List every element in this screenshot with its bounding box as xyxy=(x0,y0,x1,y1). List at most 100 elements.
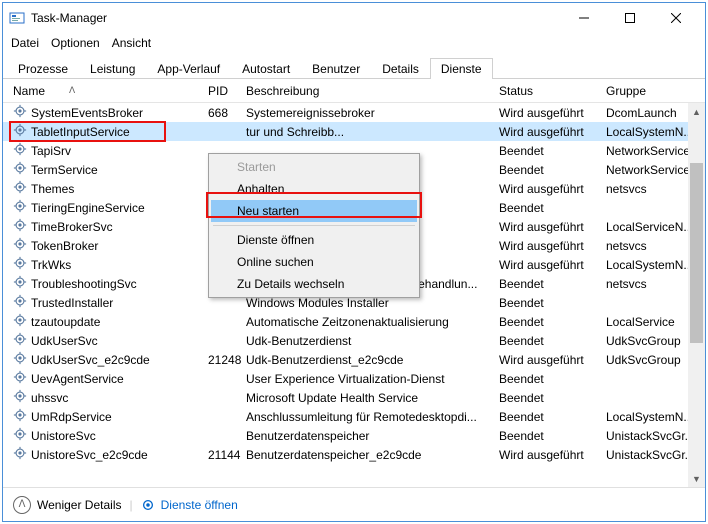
vertical-scrollbar[interactable]: ▲ ▼ xyxy=(688,103,705,487)
service-gear-icon xyxy=(13,294,27,311)
service-name: UnistoreSvc xyxy=(31,429,96,443)
service-pid: 21248 xyxy=(208,353,246,367)
service-name: uhssvc xyxy=(31,391,68,405)
service-description: Anschlussumleitung für Remotedesktopdi..… xyxy=(246,410,499,424)
menu-file[interactable]: Datei xyxy=(11,36,39,50)
service-status: Beendet xyxy=(499,315,606,329)
scroll-thumb[interactable] xyxy=(690,163,703,343)
tab-users[interactable]: Benutzer xyxy=(301,58,371,79)
service-name: TapiSrv xyxy=(31,144,71,158)
service-status: Beendet xyxy=(499,277,606,291)
service-description: Benutzerdatenspeicher xyxy=(246,429,499,443)
fewer-details-button[interactable]: ᐱ Weniger Details xyxy=(13,496,121,514)
service-row[interactable]: UmRdpService Anschlussumleitung für Remot… xyxy=(3,407,705,426)
service-status: Wird ausgeführt xyxy=(499,182,606,196)
context-menu-item[interactable]: Anhalten xyxy=(211,178,417,200)
scroll-up-button[interactable]: ▲ xyxy=(688,103,705,120)
service-group: LocalService xyxy=(606,315,701,329)
context-menu-item[interactable]: Neu starten xyxy=(211,200,417,222)
service-row[interactable]: UnistoreSvc_e2c9cde21144Benutzerdatenspe… xyxy=(3,445,705,464)
service-description: Udk-Benutzerdienst_e2c9cde xyxy=(246,353,499,367)
menu-options[interactable]: Optionen xyxy=(51,36,100,50)
close-button[interactable] xyxy=(653,3,699,33)
service-row[interactable]: UevAgentServiceUser Experience Virtualiz… xyxy=(3,369,705,388)
scroll-down-button[interactable]: ▼ xyxy=(688,470,705,487)
service-pid: 668 xyxy=(208,106,246,120)
context-menu-item[interactable]: Online suchen xyxy=(211,251,417,273)
service-status: Beendet xyxy=(499,144,606,158)
service-group: UdkSvcGroup xyxy=(606,353,701,367)
tab-startup[interactable]: Autostart xyxy=(231,58,301,79)
service-row[interactable]: UdkUserSvcUdk-BenutzerdienstBeendetUdkSv… xyxy=(3,331,705,350)
service-description: User Experience Virtualization-Dienst xyxy=(246,372,499,386)
service-description: tur und Schreibb... xyxy=(246,125,499,139)
service-description: Benutzerdatenspeicher_e2c9cde xyxy=(246,448,499,462)
tab-performance[interactable]: Leistung xyxy=(79,58,146,79)
menu-view[interactable]: Ansicht xyxy=(112,36,151,50)
service-group: LocalSystemN... xyxy=(606,258,701,272)
open-services-link[interactable]: Dienste öffnen xyxy=(141,498,238,512)
service-group: netsvcs xyxy=(606,239,701,253)
service-name: TrustedInstaller xyxy=(31,296,113,310)
service-status: Beendet xyxy=(499,410,606,424)
service-status: Beendet xyxy=(499,201,606,215)
service-gear-icon xyxy=(13,123,27,140)
header-status[interactable]: Status xyxy=(499,84,606,98)
tab-details[interactable]: Details xyxy=(371,58,430,79)
service-status: Wird ausgeführt xyxy=(499,448,606,462)
service-description: Systemereignissebroker xyxy=(246,106,499,120)
service-name: TimeBrokerSvc xyxy=(31,220,113,234)
service-status: Wird ausgeführt xyxy=(499,258,606,272)
service-row[interactable]: UnistoreSvcBenutzerdatenspeicherBeendetU… xyxy=(3,426,705,445)
service-gear-icon xyxy=(13,408,27,425)
tabstrip: Prozesse Leistung App-Verlauf Autostart … xyxy=(3,53,705,79)
service-name: UmRdpService xyxy=(31,410,112,424)
service-gear-icon xyxy=(13,275,27,292)
context-menu: StartenAnhaltenNeu startenDienste öffnen… xyxy=(208,153,420,298)
tab-services[interactable]: Dienste xyxy=(430,58,493,79)
service-name: SystemEventsBroker xyxy=(31,106,143,120)
service-gear-icon xyxy=(13,180,27,197)
maximize-button[interactable] xyxy=(607,3,653,33)
service-group: netsvcs xyxy=(606,277,701,291)
service-description: Microsoft Update Health Service xyxy=(246,391,499,405)
service-name: UdkUserSvc_e2c9cde xyxy=(31,353,150,367)
service-row[interactable]: SystemEventsBroker 668Systemereignissebro… xyxy=(3,103,705,122)
header-description[interactable]: Beschreibung xyxy=(246,84,499,98)
header-pid[interactable]: PID xyxy=(208,84,246,98)
service-gear-icon xyxy=(13,199,27,216)
service-row[interactable]: uhssvcMicrosoft Update Health ServiceBee… xyxy=(3,388,705,407)
service-gear-icon xyxy=(13,313,27,330)
service-status: Beendet xyxy=(499,334,606,348)
service-row[interactable]: UdkUserSvc_e2c9cde 21248Udk-Benutzerdiens… xyxy=(3,350,705,369)
tab-processes[interactable]: Prozesse xyxy=(7,58,79,79)
service-status: Beendet xyxy=(499,372,606,386)
service-name: TrkWks xyxy=(31,258,71,272)
service-gear-icon xyxy=(13,237,27,254)
service-name: TieringEngineService xyxy=(31,201,145,215)
service-group: NetworkService xyxy=(606,163,701,177)
service-row[interactable]: TabletInputServicetur und Schreibb...Wir… xyxy=(3,122,705,141)
service-row[interactable]: tzautoupdateAutomatische Zeitzonenaktual… xyxy=(3,312,705,331)
header-group[interactable]: Gruppe xyxy=(606,84,705,98)
window-title: Task-Manager xyxy=(31,11,561,25)
service-group: LocalSystemN... xyxy=(606,410,701,424)
service-gear-icon xyxy=(13,351,27,368)
header-name[interactable]: Nameᐱ xyxy=(13,84,208,98)
minimize-button[interactable] xyxy=(561,3,607,33)
tab-app-history[interactable]: App-Verlauf xyxy=(146,58,231,79)
service-gear-icon xyxy=(13,427,27,444)
service-description: Udk-Benutzerdienst xyxy=(246,334,499,348)
service-pid: 21144 xyxy=(208,448,246,462)
service-name: TabletInputService xyxy=(31,125,130,139)
service-gear-icon xyxy=(13,389,27,406)
context-menu-item[interactable]: Dienste öffnen xyxy=(211,229,417,251)
service-status: Wird ausgeführt xyxy=(499,239,606,253)
service-status: Beendet xyxy=(499,296,606,310)
service-gear-icon xyxy=(13,161,27,178)
service-status: Wird ausgeführt xyxy=(499,353,606,367)
service-gear-icon xyxy=(13,104,27,121)
service-description: Automatische Zeitzonenaktualisierung xyxy=(246,315,499,329)
service-gear-icon xyxy=(13,370,27,387)
context-menu-item[interactable]: Zu Details wechseln xyxy=(211,273,417,295)
